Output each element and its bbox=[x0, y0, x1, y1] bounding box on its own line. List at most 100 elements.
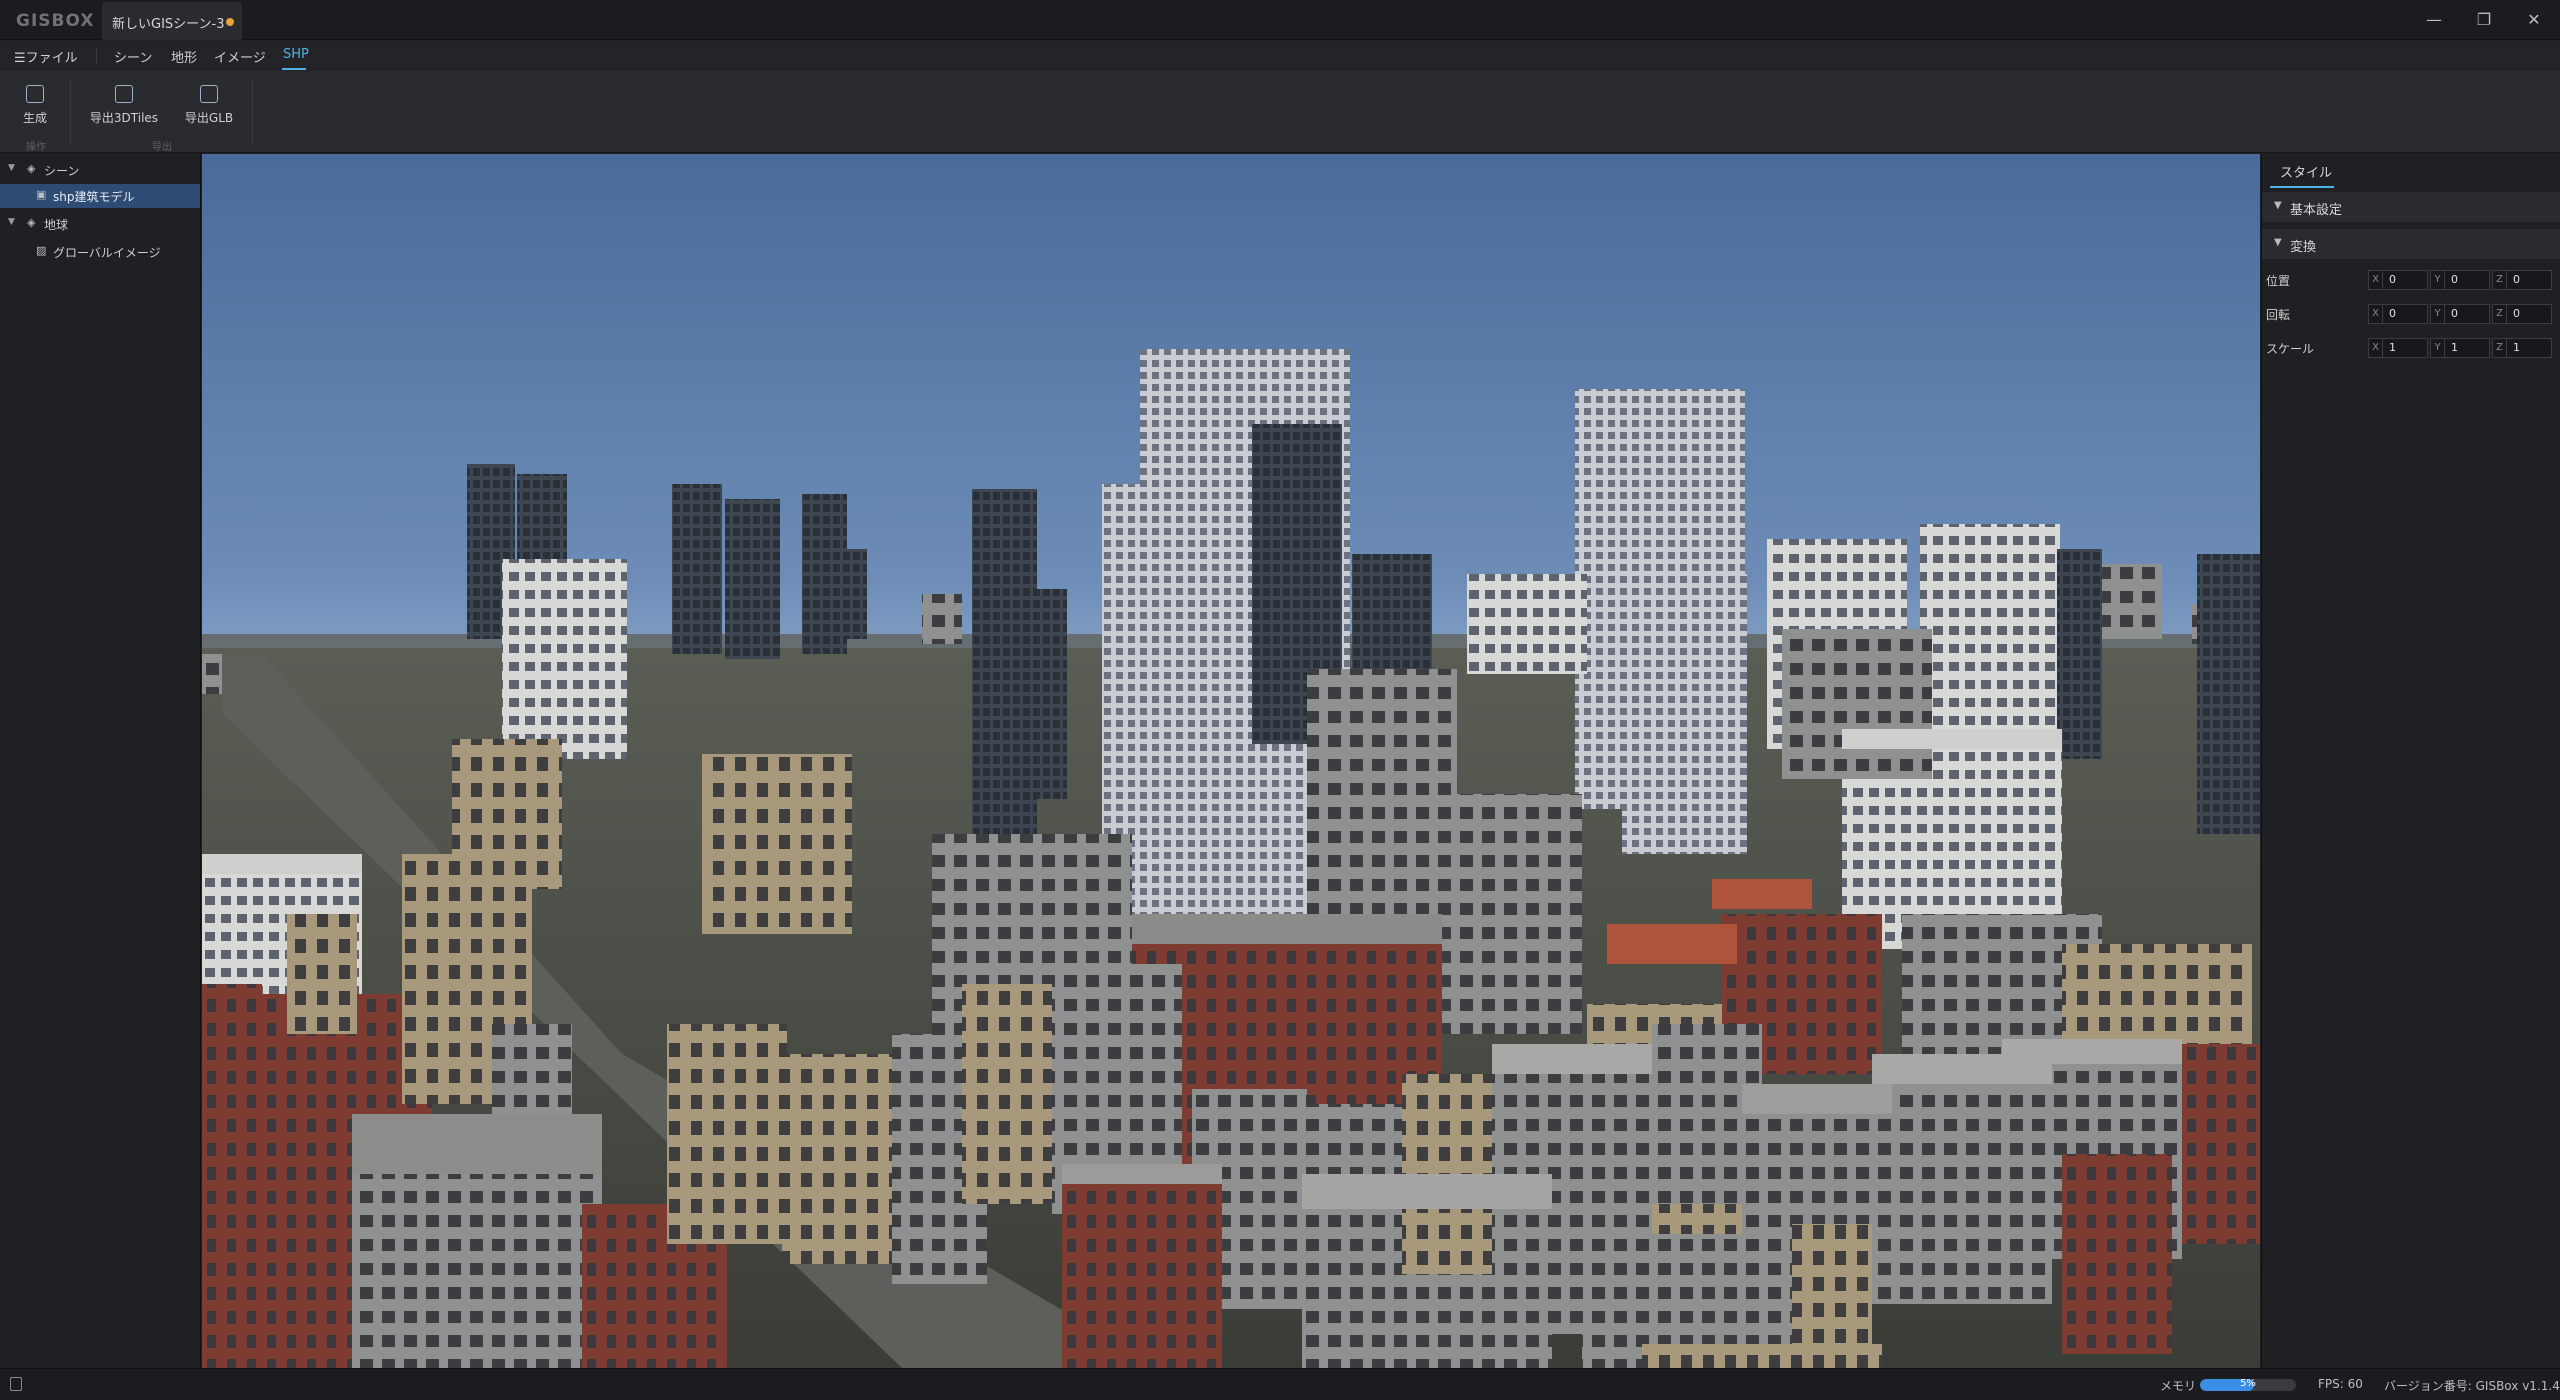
image-icon: ▨ bbox=[36, 244, 47, 257]
title-bar: GISBOX 新しいGISシーン-3 — ❐ ✕ bbox=[0, 0, 2560, 40]
ribbon-group-export: 导出 bbox=[152, 142, 172, 153]
rooftop bbox=[1302, 1174, 1552, 1209]
generate-label: 生成 bbox=[22, 111, 47, 125]
tower-building bbox=[725, 499, 780, 659]
property-position: 位置 X0 Y0 Z0 bbox=[2262, 266, 2560, 294]
tree-node-scene[interactable]: ▼ ◈ シーン bbox=[0, 158, 200, 182]
status-bar: メモリ 5% FPS: 60 バージョン番号: GISBox v1.1.4 bbox=[0, 1368, 2560, 1400]
scale-z-input[interactable]: Z1 bbox=[2492, 338, 2552, 358]
menu-file[interactable]: ☰ファイル bbox=[14, 47, 78, 66]
model-icon: ▣ bbox=[36, 188, 47, 201]
ribbon-group-operation: 操作 bbox=[26, 142, 46, 153]
rooftop bbox=[1492, 1044, 1652, 1074]
city-scene-render bbox=[202, 154, 2260, 1368]
expand-caret-icon[interactable]: ▼ bbox=[8, 163, 15, 173]
memory-progress-bar: 5% bbox=[2200, 1379, 2296, 1391]
export-icon bbox=[200, 85, 218, 103]
fps-readout: FPS: 60 bbox=[2318, 1377, 2363, 1391]
scene-tree-panel: ▼ ◈ シーン ▣ shp建筑モデル ▼ ◈ 地球 ▨ グローバルイメージ bbox=[0, 154, 201, 1368]
tab-style[interactable]: スタイル bbox=[2280, 162, 2332, 181]
minimize-button[interactable]: — bbox=[2422, 8, 2446, 32]
rooftop bbox=[1712, 879, 1812, 909]
export-3dtiles-button[interactable]: 导出3DTiles bbox=[88, 85, 160, 135]
section-basic-settings[interactable]: ▼ 基本設定 bbox=[2262, 192, 2560, 222]
menu-terrain[interactable]: 地形 bbox=[171, 47, 197, 66]
tower-building bbox=[672, 484, 722, 654]
tree-node-shp-model[interactable]: ▣ shp建筑モデル bbox=[0, 184, 200, 208]
menu-scene[interactable]: シーン bbox=[114, 47, 152, 66]
foreground-building bbox=[667, 1024, 787, 1244]
export-glb-button[interactable]: 导出GLB bbox=[182, 85, 236, 135]
collapse-caret-icon: ▼ bbox=[2274, 237, 2282, 248]
midrise-building bbox=[702, 754, 852, 934]
tree-node-earth[interactable]: ▼ ◈ 地球 bbox=[0, 212, 200, 236]
document-tab[interactable]: 新しいGISシーン-3 bbox=[102, 2, 242, 40]
section-transform[interactable]: ▼ 変換 bbox=[2262, 229, 2560, 259]
app-logo: GISBOX bbox=[16, 11, 95, 31]
property-label: 回転 bbox=[2266, 308, 2291, 322]
layers-icon: ◈ bbox=[27, 216, 36, 229]
restore-button[interactable]: ❐ bbox=[2472, 8, 2496, 32]
rooftop bbox=[1842, 729, 2062, 749]
foreground-building bbox=[1642, 1344, 1882, 1368]
menu-shp-active-indicator bbox=[282, 68, 306, 70]
property-label: スケール bbox=[2266, 342, 2315, 356]
generate-button[interactable]: 生成 bbox=[18, 85, 52, 135]
foreground-building bbox=[782, 1054, 902, 1264]
tower-building bbox=[1622, 574, 1747, 854]
ribbon-divider bbox=[252, 79, 253, 145]
tower-building bbox=[802, 494, 847, 654]
3d-viewport[interactable] bbox=[202, 154, 2260, 1368]
scale-y-input[interactable]: Y1 bbox=[2430, 338, 2490, 358]
property-scale: スケール X1 Y1 Z1 bbox=[2262, 334, 2560, 362]
rooftop bbox=[1132, 914, 1442, 944]
tower-building bbox=[2197, 554, 2260, 834]
menu-shp[interactable]: SHP bbox=[283, 47, 309, 62]
menu-image[interactable]: イメージ bbox=[214, 47, 266, 66]
rooftop bbox=[1607, 924, 1737, 964]
tree-node-label: shp建筑モデル bbox=[53, 190, 135, 204]
version-label: バージョン番号: GISBox v1.1.4 bbox=[2384, 1379, 2560, 1393]
position-y-input[interactable]: Y0 bbox=[2430, 270, 2490, 290]
menu-bar: ☰ファイル シーン 地形 イメージ SHP bbox=[0, 41, 2560, 71]
menu-divider bbox=[96, 48, 97, 64]
export-3dtiles-label: 导出3DTiles bbox=[89, 111, 159, 125]
document-tab-label: 新しいGISシーン-3 bbox=[112, 17, 225, 32]
foreground-building bbox=[1062, 1164, 1222, 1368]
rotation-z-input[interactable]: Z0 bbox=[2492, 304, 2552, 324]
distant-building bbox=[2102, 564, 2162, 639]
distant-building bbox=[922, 594, 962, 644]
tree-node-global-image[interactable]: ▨ グローバルイメージ bbox=[0, 240, 200, 264]
rooftop bbox=[352, 1114, 602, 1174]
expand-caret-icon[interactable]: ▼ bbox=[8, 217, 15, 227]
tower-building bbox=[502, 559, 627, 759]
position-x-input[interactable]: X0 bbox=[2368, 270, 2428, 290]
rooftop bbox=[2002, 1039, 2182, 1064]
tab-active-indicator bbox=[2270, 186, 2334, 188]
tree-node-label: シーン bbox=[44, 164, 80, 178]
export-icon bbox=[115, 85, 133, 103]
tree-node-label: 地球 bbox=[44, 218, 69, 232]
generate-icon bbox=[26, 85, 44, 103]
foreground-building bbox=[287, 914, 357, 1034]
scale-x-input[interactable]: X1 bbox=[2368, 338, 2428, 358]
section-label: 基本設定 bbox=[2290, 203, 2343, 218]
memory-percent: 5% bbox=[2240, 1379, 2256, 1389]
properties-panel: スタイル ▼ 基本設定 ▼ 変換 位置 X0 Y0 Z0 回転 X0 Y0 Z0… bbox=[2261, 154, 2560, 1368]
section-label: 変換 bbox=[2290, 240, 2317, 255]
export-glb-label: 导出GLB bbox=[184, 111, 234, 125]
document-icon[interactable] bbox=[10, 1377, 22, 1391]
tower-building bbox=[1467, 574, 1587, 674]
midrise-building bbox=[1782, 629, 1932, 779]
layers-icon: ◈ bbox=[27, 162, 36, 175]
rotation-x-input[interactable]: X0 bbox=[2368, 304, 2428, 324]
rotation-y-input[interactable]: Y0 bbox=[2430, 304, 2490, 324]
ribbon-divider bbox=[70, 79, 71, 145]
ribbon-toolbar: 生成 导出3DTiles 导出GLB 操作 导出 bbox=[0, 71, 2560, 153]
collapse-caret-icon: ▼ bbox=[2274, 200, 2282, 211]
rooftop bbox=[1742, 1084, 1892, 1114]
property-rotation: 回転 X0 Y0 Z0 bbox=[2262, 300, 2560, 328]
position-z-input[interactable]: Z0 bbox=[2492, 270, 2552, 290]
close-button[interactable]: ✕ bbox=[2522, 8, 2546, 32]
unsaved-dot-icon bbox=[226, 18, 234, 26]
